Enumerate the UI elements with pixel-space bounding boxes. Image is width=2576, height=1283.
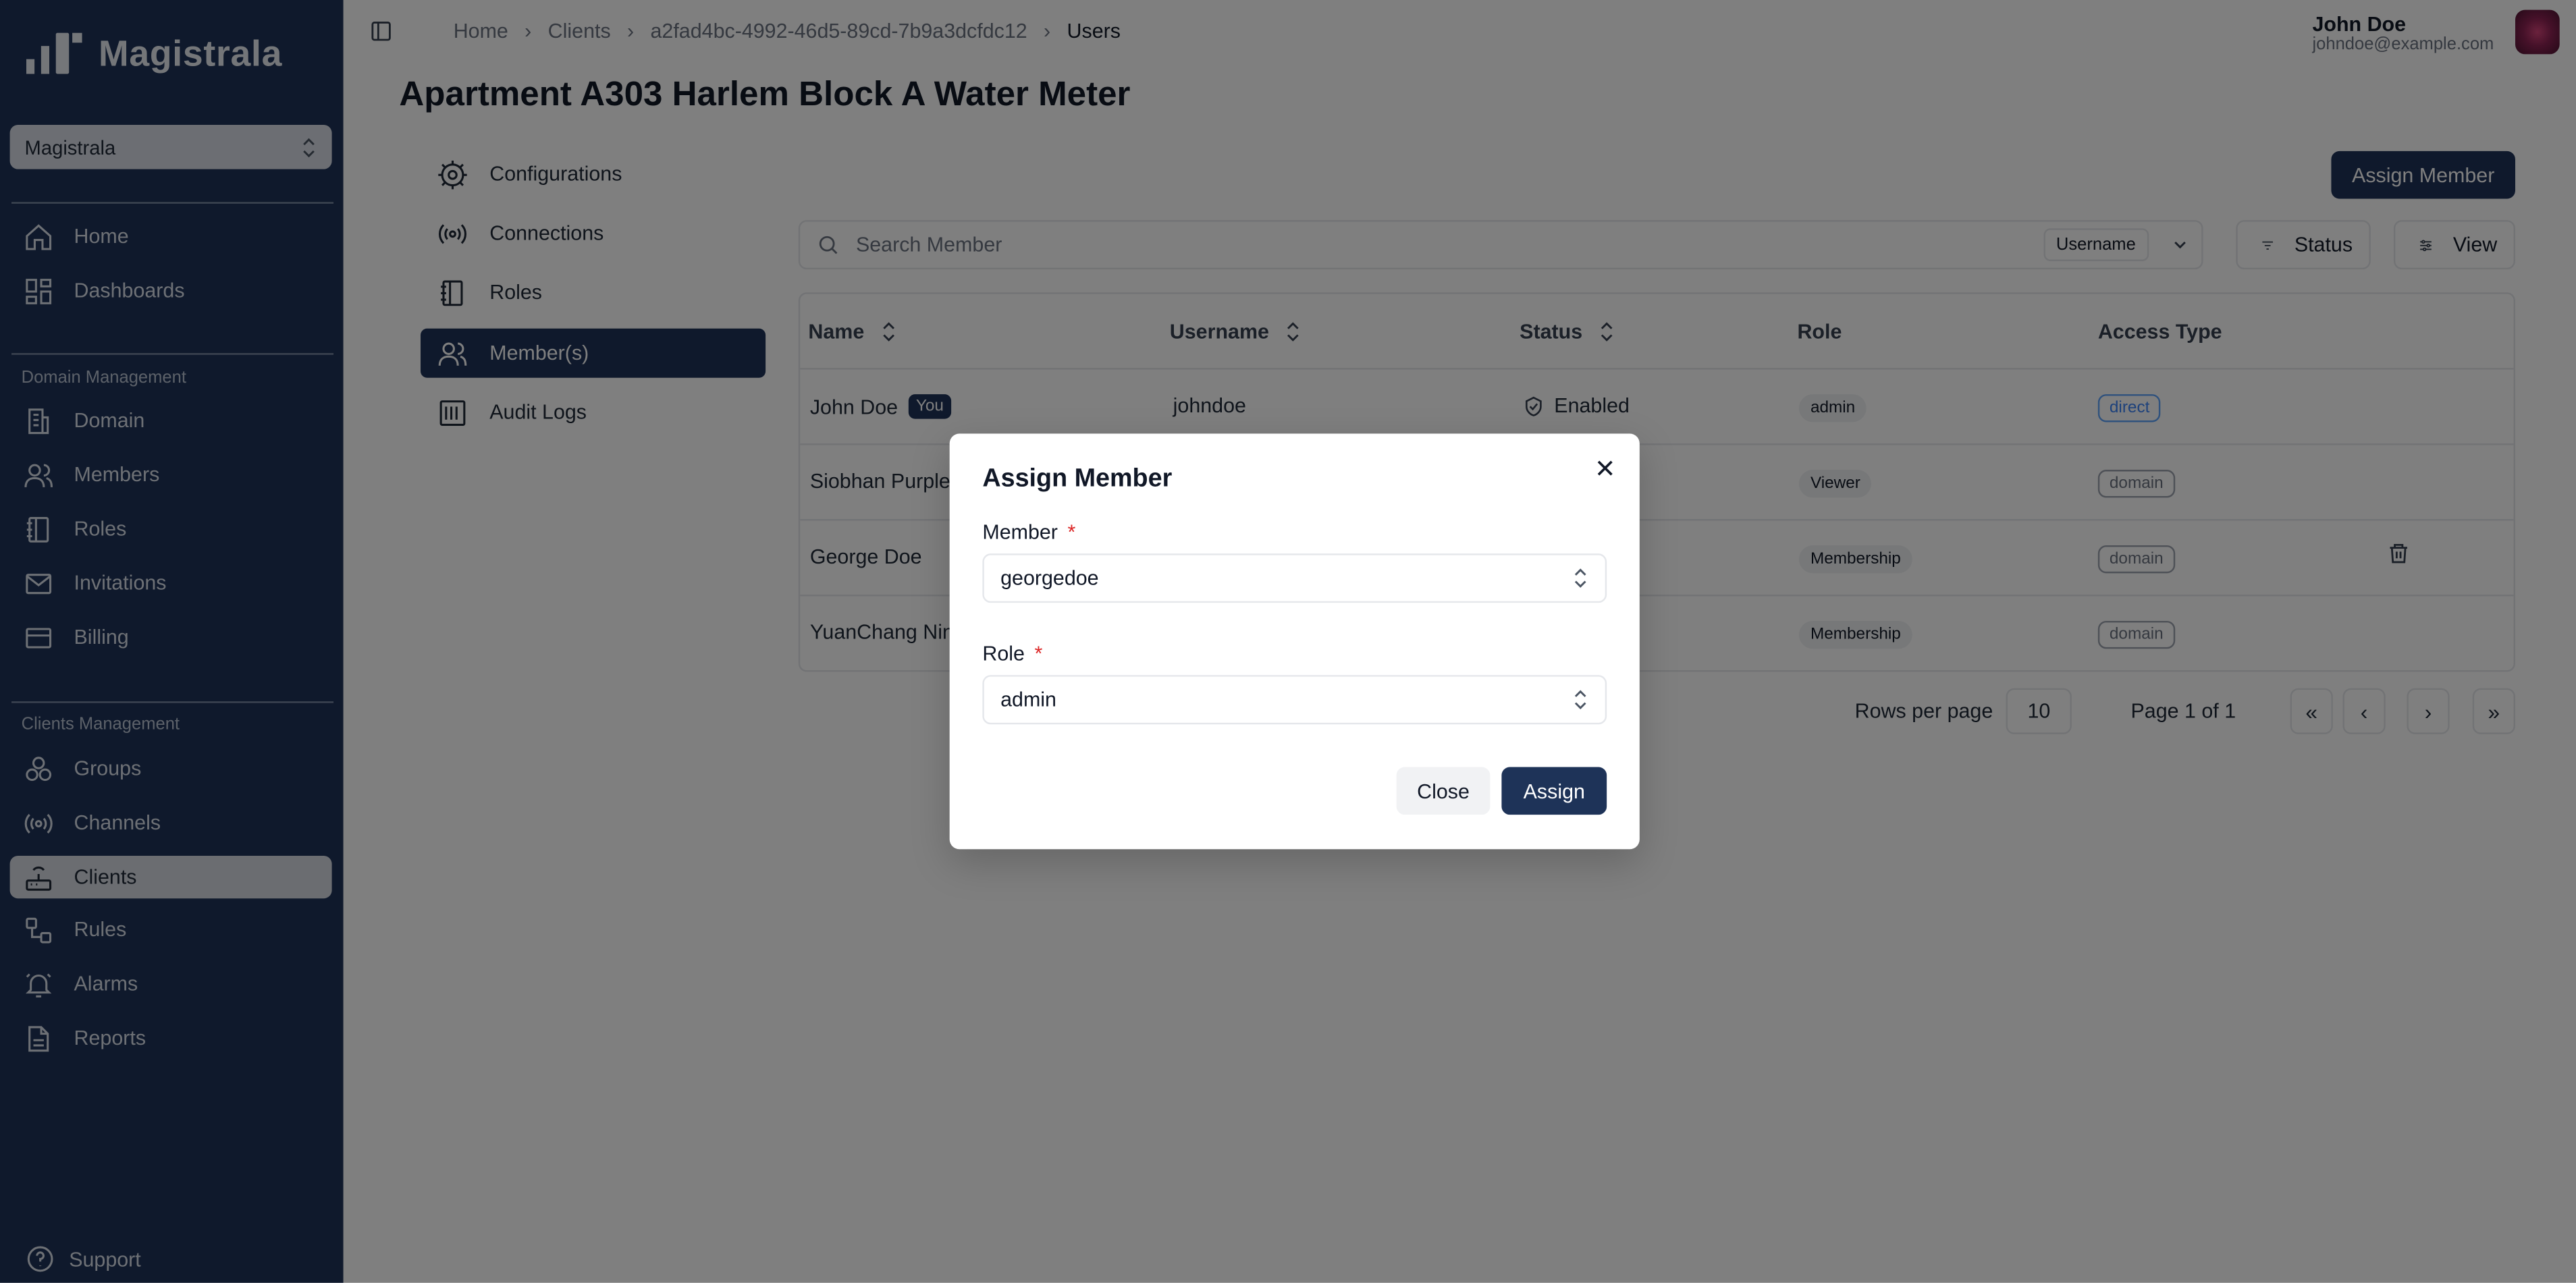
assign-button[interactable]: Assign bbox=[1501, 767, 1607, 815]
dialog-close-button[interactable] bbox=[1594, 457, 1617, 480]
close-icon bbox=[1597, 460, 1613, 476]
member-field-label: Member * bbox=[982, 520, 1076, 544]
role-field-label: Role * bbox=[982, 642, 1043, 665]
chevrons-up-down-icon bbox=[1574, 690, 1586, 709]
close-button[interactable]: Close bbox=[1396, 767, 1491, 815]
required-mark: * bbox=[1034, 642, 1043, 665]
required-mark: * bbox=[1067, 520, 1076, 544]
member-select[interactable]: georgedoe bbox=[982, 553, 1607, 603]
assign-member-dialog: Assign Member Member * georgedoe Role * ad… bbox=[949, 433, 1640, 850]
role-select-value: admin bbox=[1000, 688, 1056, 711]
member-select-value: georgedoe bbox=[1000, 566, 1099, 590]
role-select[interactable]: admin bbox=[982, 675, 1607, 725]
dialog-title: Assign Member bbox=[982, 464, 1173, 493]
chevrons-up-down-icon bbox=[1574, 568, 1586, 588]
